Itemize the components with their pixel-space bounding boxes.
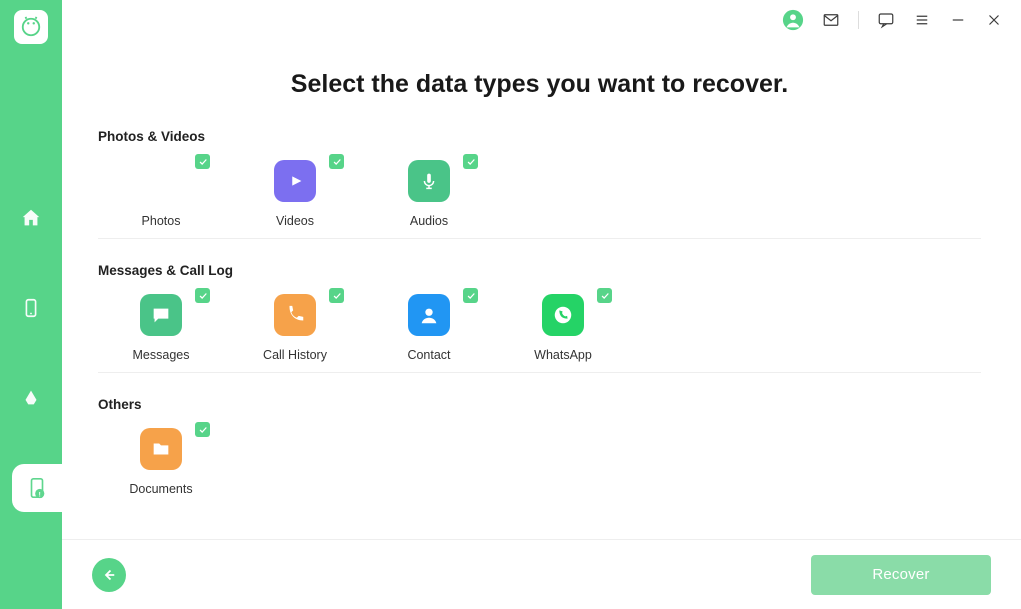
- footer: Recover: [62, 539, 1021, 609]
- page-title: Select the data types you want to recove…: [98, 70, 981, 99]
- check-icon: [463, 154, 478, 169]
- check-icon: [597, 288, 612, 303]
- separator: [858, 11, 859, 29]
- account-icon[interactable]: [782, 9, 804, 31]
- messages-icon: [140, 294, 182, 336]
- check-icon: [195, 422, 210, 437]
- sidebar-item-cloud[interactable]: [0, 374, 62, 422]
- item-audios[interactable]: Audios: [386, 160, 472, 228]
- item-label: Documents: [129, 482, 192, 496]
- check-icon: [329, 154, 344, 169]
- section-title-media: Photos & Videos: [98, 129, 981, 144]
- check-icon: [329, 288, 344, 303]
- section-title-others: Others: [98, 397, 981, 412]
- item-whatsapp[interactable]: WhatsApp: [520, 294, 606, 362]
- minimize-icon[interactable]: [949, 11, 967, 29]
- recover-button[interactable]: Recover: [811, 555, 991, 595]
- section-others: Others Documents: [98, 372, 981, 496]
- close-icon[interactable]: [985, 11, 1003, 29]
- item-callhistory[interactable]: Call History: [252, 294, 338, 362]
- whatsapp-icon: [542, 294, 584, 336]
- sidebar-item-recover[interactable]: !: [12, 464, 62, 512]
- item-label: Call History: [263, 348, 327, 362]
- documents-icon: [140, 428, 182, 470]
- item-documents[interactable]: Documents: [118, 428, 204, 496]
- item-label: Videos: [276, 214, 314, 228]
- item-label: Photos: [142, 214, 181, 228]
- section-messages: Messages & Call Log Messages: [98, 238, 981, 362]
- item-videos[interactable]: Videos: [252, 160, 338, 228]
- check-icon: [463, 288, 478, 303]
- item-label: Messages: [133, 348, 190, 362]
- titlebar: [62, 0, 1021, 40]
- app-logo: [14, 10, 48, 44]
- phone-icon: [274, 294, 316, 336]
- item-messages[interactable]: Messages: [118, 294, 204, 362]
- feedback-icon[interactable]: [877, 11, 895, 29]
- back-button[interactable]: [92, 558, 126, 592]
- audios-icon: [408, 160, 450, 202]
- item-label: Contact: [407, 348, 450, 362]
- section-media: Photos & Videos Photos Vid: [98, 129, 981, 228]
- sidebar: !: [0, 0, 62, 609]
- contact-icon: [408, 294, 450, 336]
- svg-text:!: !: [39, 491, 41, 498]
- item-contact[interactable]: Contact: [386, 294, 472, 362]
- item-label: WhatsApp: [534, 348, 592, 362]
- photos-icon: [140, 160, 182, 202]
- menu-icon[interactable]: [913, 11, 931, 29]
- check-icon: [195, 154, 210, 169]
- item-photos[interactable]: Photos: [118, 160, 204, 228]
- check-icon: [195, 288, 210, 303]
- section-title-messages: Messages & Call Log: [98, 263, 981, 278]
- item-label: Audios: [410, 214, 448, 228]
- sidebar-item-home[interactable]: [0, 194, 62, 242]
- sidebar-item-device[interactable]: [0, 284, 62, 332]
- videos-icon: [274, 160, 316, 202]
- mail-icon[interactable]: [822, 11, 840, 29]
